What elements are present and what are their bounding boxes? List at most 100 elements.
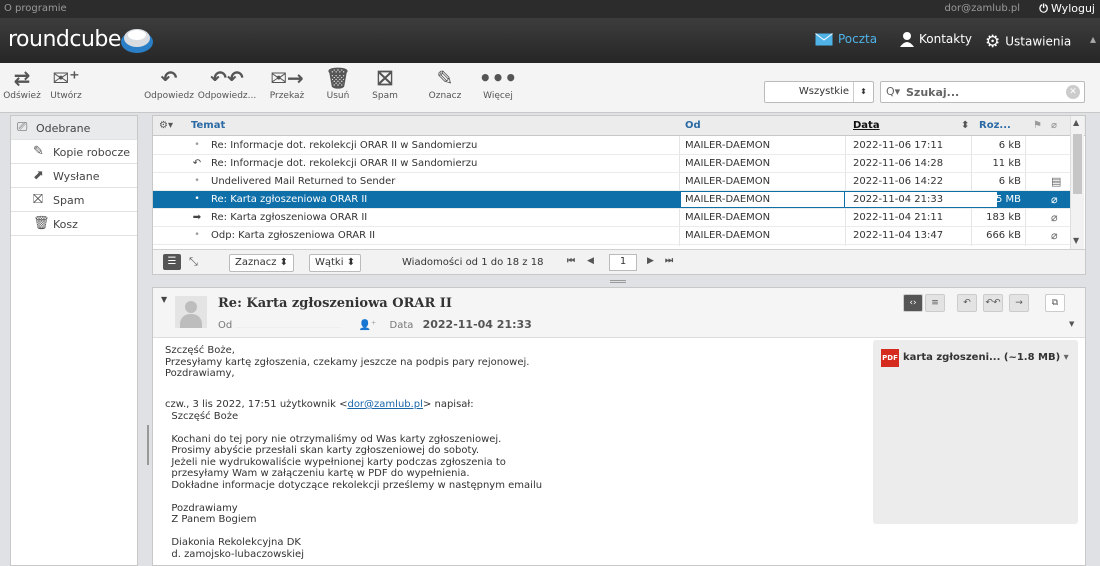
unread-dot-icon: • bbox=[194, 230, 200, 240]
select-menu-label: Zaznacz bbox=[235, 257, 277, 268]
flag-column-icon[interactable]: ⚑ bbox=[1033, 120, 1042, 131]
column-from[interactable]: Od bbox=[685, 120, 701, 131]
row-size: 6 kB bbox=[998, 176, 1021, 187]
task-settings-label: Ustawienia bbox=[1005, 34, 1072, 49]
more-menu-icon[interactable]: ▼ bbox=[1069, 320, 1074, 328]
quote-email-link[interactable]: dor@zamlub.pl bbox=[347, 399, 422, 410]
attachment-panel: PDF karta zgłoszeni... (~1.8 MB) ▾ bbox=[873, 340, 1078, 524]
row-size: 11 kB bbox=[992, 158, 1021, 169]
from-label: Od bbox=[218, 320, 233, 331]
folder-label: Kosz bbox=[53, 218, 78, 231]
message-preview: ▼ Re: Karta zgłoszeniowa ORAR II Od 👤⁺ D… bbox=[152, 287, 1086, 566]
header-line: Od 👤⁺ Data 2022-11-04 21:33 bbox=[218, 316, 532, 331]
scroll-thumb[interactable] bbox=[1073, 134, 1082, 194]
quote-intro-suffix: > napisał: bbox=[422, 399, 474, 410]
delete-button[interactable]: 🗑 Usuń bbox=[318, 63, 358, 113]
mark-button[interactable]: ✎ Oznacz bbox=[420, 63, 470, 113]
collapse-icon[interactable]: ▴ bbox=[1090, 32, 1096, 46]
quote-text: Szczęść Boże Kochani do tej pory nie otr… bbox=[171, 410, 543, 560]
gear-icon: ⚙ bbox=[985, 32, 1001, 52]
message-list: ⚙▾ Temat Od Data ⬍ Roz... ⚑ ⌀ • Re: Info… bbox=[152, 115, 1086, 275]
refresh-label: Odśwież bbox=[3, 91, 41, 101]
list-scrollbar[interactable]: ▲ ▼ bbox=[1070, 116, 1084, 249]
preview-header: ▼ Re: Karta zgłoszeniowa ORAR II Od 👤⁺ D… bbox=[153, 288, 1085, 338]
forward-button[interactable]: ✉→ Przekaż bbox=[262, 63, 312, 113]
trash-icon: 🗑 bbox=[325, 66, 351, 90]
row-size: 183 kB bbox=[986, 212, 1021, 223]
row-subject: Odp: Karta zgłoszeniowa ORAR II bbox=[211, 230, 376, 241]
folder-inbox[interactable]: ⎚ Odebrane bbox=[11, 116, 137, 140]
table-row[interactable]: • Re: Informacje dot. rekolekcji ORAR II… bbox=[153, 137, 1071, 155]
reply-all-button[interactable]: ↶↶ Odpowiedz... bbox=[196, 63, 258, 113]
scroll-down-icon[interactable]: ▼ bbox=[1073, 236, 1079, 245]
reply-icon[interactable]: ↶ bbox=[957, 294, 977, 312]
folder-trash[interactable]: 🗑 Kosz bbox=[11, 212, 137, 236]
column-subject[interactable]: Temat bbox=[191, 120, 225, 131]
row-size: 6 kB bbox=[998, 140, 1021, 151]
more-button[interactable]: ••• Więcej bbox=[478, 63, 518, 113]
threads-menu[interactable]: Wątki ⬍ bbox=[309, 254, 362, 272]
from-field[interactable] bbox=[235, 316, 342, 328]
search-icon[interactable]: Q▾ bbox=[886, 85, 900, 98]
reply-all-label: Odpowiedz... bbox=[197, 91, 257, 101]
open-window-icon[interactable]: ⧉ bbox=[1045, 294, 1065, 312]
list-options-icon[interactable]: ⚙▾ bbox=[159, 120, 173, 131]
forward-icon[interactable]: → bbox=[1009, 294, 1029, 312]
unread-dot-icon: • bbox=[194, 176, 200, 186]
collapse-header-icon[interactable]: ▼ bbox=[161, 295, 167, 304]
horizontal-splitter[interactable] bbox=[610, 280, 626, 283]
source-view-icon[interactable]: ‹› bbox=[903, 294, 923, 312]
folder-spam[interactable]: ⛝ Spam bbox=[11, 188, 137, 212]
compose-button[interactable]: ✉⁺ Utwórz bbox=[44, 63, 88, 113]
search-input[interactable]: Q▾ Szukaj... ✕ bbox=[880, 81, 1085, 103]
folder-sent[interactable]: ⬈ Wysłane bbox=[11, 164, 137, 188]
vertical-splitter[interactable] bbox=[147, 425, 149, 465]
search-reset-icon[interactable]: ✕ bbox=[1066, 85, 1080, 99]
compose-icon: ✉⁺ bbox=[52, 66, 80, 90]
table-row[interactable]: • Undelivered Mail Returned to Sender MA… bbox=[153, 173, 1071, 191]
add-contact-icon[interactable]: 👤⁺ bbox=[359, 320, 377, 331]
logout-button[interactable]: ⏻ Wyloguj bbox=[1039, 2, 1095, 16]
list-menu-icon[interactable]: ☰ bbox=[163, 254, 181, 270]
prev-page-icon[interactable]: ◀ bbox=[587, 256, 594, 266]
folder-label: Odebrane bbox=[36, 122, 91, 135]
task-contacts[interactable]: Kontakty bbox=[900, 32, 972, 47]
spam-button[interactable]: ⛝ Spam bbox=[365, 63, 405, 113]
table-row[interactable]: ➡ Re: Karta zgłoszeniowa ORAR II MAILER-… bbox=[153, 209, 1071, 227]
column-date[interactable]: Data bbox=[853, 120, 880, 131]
row-size: 666 kB bbox=[986, 230, 1021, 241]
row-from: MAILER-DAEMON bbox=[685, 230, 771, 241]
headers-view-icon[interactable]: ≡ bbox=[925, 294, 945, 312]
filter-select[interactable]: Wszystkie ⬍ bbox=[764, 81, 874, 103]
task-settings[interactable]: ⚙ Ustawienia bbox=[985, 32, 1071, 52]
username: dor@zamlub.pl bbox=[944, 3, 1020, 14]
column-size[interactable]: Roz... bbox=[979, 120, 1011, 131]
threads-toggle-icon[interactable]: ⤡ bbox=[189, 255, 198, 269]
reply-button[interactable]: ↶ Odpowiedz bbox=[143, 63, 195, 113]
attachment-column-icon[interactable]: ⌀ bbox=[1051, 120, 1057, 131]
reply-all-icon[interactable]: ↶↶ bbox=[983, 294, 1003, 312]
power-icon: ⏻ bbox=[1039, 2, 1048, 15]
select-menu[interactable]: Zaznacz ⬍ bbox=[229, 254, 295, 272]
attachment-link[interactable]: karta zgłoszeni... (~1.8 MB) ▾ bbox=[903, 352, 1069, 363]
folder-drafts[interactable]: ✎ Kopie robocze bbox=[11, 140, 137, 164]
about-link[interactable]: O programie bbox=[4, 3, 67, 14]
row-subject: Re: Karta zgłoszeniowa ORAR II bbox=[211, 194, 368, 205]
first-page-icon[interactable]: ⏮ bbox=[567, 256, 575, 266]
table-row-selected[interactable]: • Re: Karta zgłoszeniowa ORAR II MAILER-… bbox=[153, 191, 1071, 209]
page-input[interactable]: 1 bbox=[609, 254, 637, 271]
table-row[interactable]: • Odp: Karta zgłoszeniowa ORAR II MAILER… bbox=[153, 227, 1071, 245]
task-mail[interactable]: Poczta bbox=[815, 32, 877, 46]
refresh-button[interactable]: ⇄ Odśwież bbox=[2, 63, 42, 113]
table-row[interactable]: ↶ Re: Informacje dot. rekolekcji ORAR II… bbox=[153, 155, 1071, 173]
message-subject: Re: Karta zgłoszeniowa ORAR II bbox=[218, 296, 452, 311]
logo: roundcube bbox=[8, 27, 121, 52]
spam-label: Spam bbox=[372, 91, 398, 101]
attachment-menu-icon[interactable]: ▾ bbox=[1064, 352, 1069, 363]
last-page-icon[interactable]: ⏭ bbox=[665, 256, 673, 266]
logout-label: Wyloguj bbox=[1051, 2, 1095, 15]
scroll-up-icon[interactable]: ▲ bbox=[1073, 118, 1079, 127]
delete-label: Usuń bbox=[326, 91, 350, 101]
next-page-icon[interactable]: ▶ bbox=[647, 256, 654, 266]
row-from: MAILER-DAEMON bbox=[685, 158, 771, 169]
